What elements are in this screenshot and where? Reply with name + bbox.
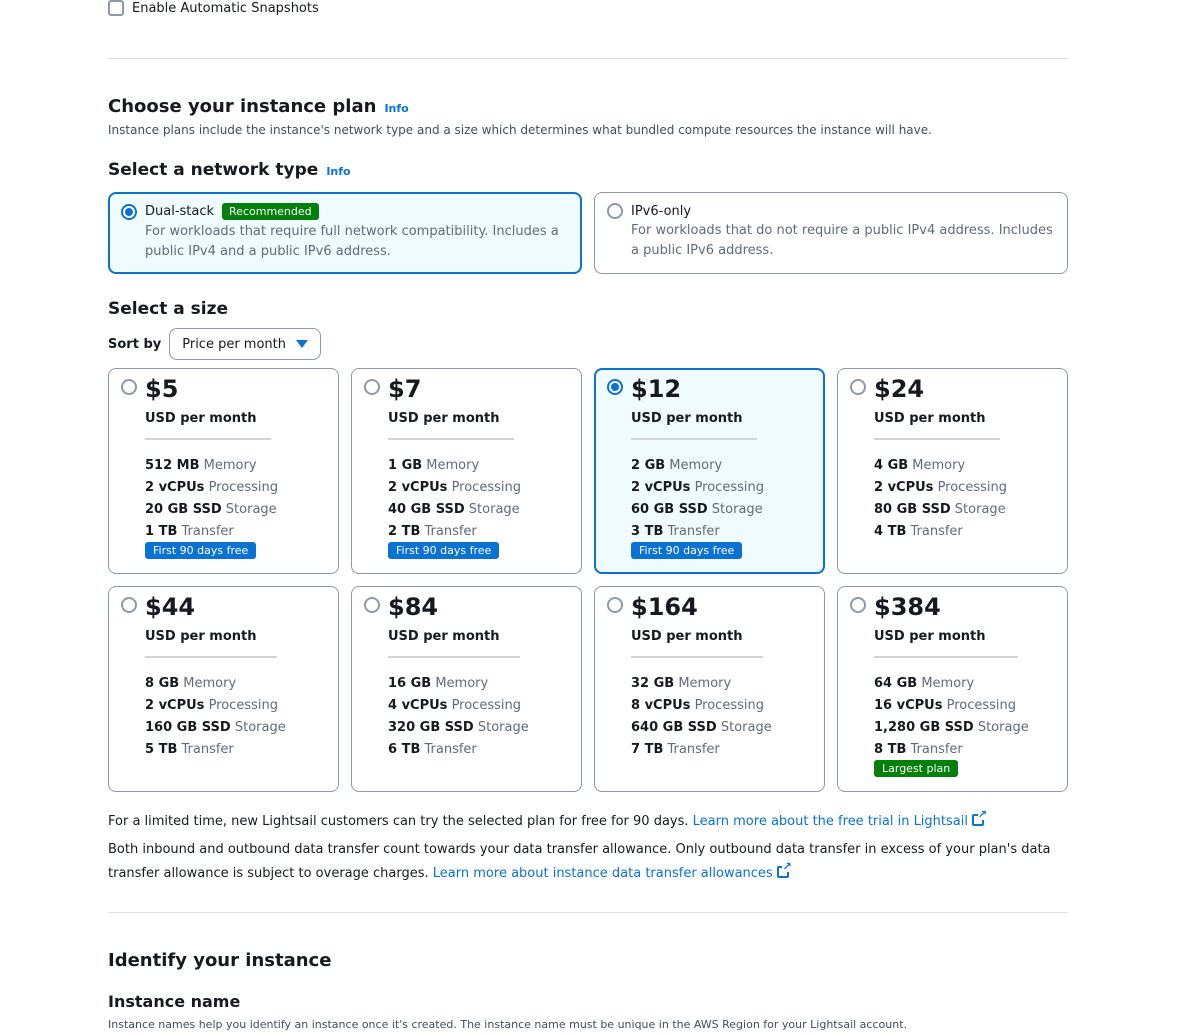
plan-price: $164 [631,593,698,621]
identify-title: Identify your instance [108,950,332,971]
plan-unit: USD per month [631,411,743,426]
network-info-link[interactable]: Info [326,165,350,178]
dual-stack-label: Dual-stack [145,204,215,219]
free-trial-badge: First 90 days free [145,542,257,559]
plan-card-7[interactable]: $7 USD per month 1 GB Memory 2 vCPUs Pro… [351,368,582,574]
plan-divider [874,656,1018,658]
plan-specs: 512 MB Memory 2 vCPUs Processing 20 GB S… [145,458,278,539]
plan-card-164[interactable]: $164 USD per month 32 GB Memory 8 vCPUs … [594,586,825,792]
plan-divider [388,438,514,440]
plan-unit: USD per month [874,629,986,644]
plan-divider [388,656,520,658]
plan-price: $44 [145,593,196,621]
external-link-icon [971,809,987,826]
plan-unit: USD per month [145,411,257,426]
plan-price: $384 [874,593,941,621]
plan-card-384[interactable]: $384 USD per month 64 GB Memory 16 vCPUs… [837,586,1068,792]
plan-specs: 2 GB Memory 2 vCPUs Processing 60 GB SSD… [631,458,764,539]
plan-divider [145,656,277,658]
ipv6-only-label: IPv6-only [631,203,692,219]
plan-price: $7 [388,375,422,403]
plan-unit: USD per month [388,411,500,426]
plan-specs: 4 GB Memory 2 vCPUs Processing 80 GB SSD… [874,458,1007,539]
plan-radio[interactable] [364,597,380,613]
network-title: Select a network type [108,160,319,180]
sort-label: Sort by [108,336,162,352]
plan-card-24[interactable]: $24 USD per month 4 GB Memory 2 vCPUs Pr… [837,368,1068,574]
plan-specs: 64 GB Memory 16 vCPUs Processing 1,280 G… [874,676,1029,757]
instance-name-description: Instance names help you identify an inst… [108,1018,907,1031]
plan-radio[interactable] [121,597,137,613]
plan-divider [631,656,763,658]
plan-price: $84 [388,593,439,621]
plan-radio[interactable] [607,379,623,395]
plan-unit: USD per month [631,629,743,644]
recommended-badge: Recommended [222,203,319,220]
plan-section-description: Instance plans include the instance's ne… [108,123,932,137]
largest-plan-badge: Largest plan [874,760,959,777]
transfer-allowance-link[interactable]: Learn more about instance data transfer … [433,861,792,881]
plan-specs: 1 GB Memory 2 vCPUs Processing 40 GB SSD… [388,458,521,539]
plan-radio[interactable] [364,379,380,395]
plan-price: $5 [145,375,179,403]
section-divider [108,912,1068,913]
plan-divider [874,438,1000,440]
sort-select[interactable]: Price per month [169,328,322,360]
plan-price: $12 [631,375,682,403]
external-link-icon [776,861,792,878]
ipv6-only-description: For workloads that do not require a publ… [631,223,1053,258]
instance-name-title: Instance name [108,992,241,1011]
plan-divider [631,438,757,440]
plan-price: $24 [874,375,925,403]
plan-specs: 16 GB Memory 4 vCPUs Processing 320 GB S… [388,676,529,757]
plan-card-84[interactable]: $84 USD per month 16 GB Memory 4 vCPUs P… [351,586,582,792]
plan-radio[interactable] [850,597,866,613]
network-option-dual-stack[interactable]: Dual-stack Recommended For workloads tha… [108,192,582,274]
plan-section-title-row: Choose your instance plan Info [108,96,409,117]
transfer-note: Both inbound and outbound data transfer … [108,838,1068,886]
plan-radio[interactable] [121,379,137,395]
free-trial-badge: First 90 days free [388,542,500,559]
plan-unit: USD per month [145,629,257,644]
free-trial-link[interactable]: Learn more about the free trial in Light… [693,809,987,829]
sort-select-value: Price per month [182,336,286,352]
plan-card-44[interactable]: $44 USD per month 8 GB Memory 2 vCPUs Pr… [108,586,339,792]
auto-snapshot-checkbox[interactable] [108,0,124,16]
plan-radio[interactable] [850,379,866,395]
plan-specs: 32 GB Memory 8 vCPUs Processing 640 GB S… [631,676,772,757]
auto-snapshot-label: Enable Automatic Snapshots [132,0,319,16]
ipv6-only-radio[interactable] [607,203,623,219]
network-title-row: Select a network type Info [108,160,351,180]
plan-unit: USD per month [874,411,986,426]
free-trial-note: For a limited time, new Lightsail custom… [108,809,1068,834]
sort-row: Sort by Price per month [108,328,322,360]
plan-card-12[interactable]: $12 USD per month 2 GB Memory 2 vCPUs Pr… [594,368,825,574]
plan-specs: 8 GB Memory 2 vCPUs Processing 160 GB SS… [145,676,286,757]
dual-stack-description: For workloads that require full network … [145,224,559,259]
plan-radio[interactable] [607,597,623,613]
plan-unit: USD per month [388,629,500,644]
auto-snapshot-row[interactable]: Enable Automatic Snapshots [108,0,319,16]
dual-stack-radio[interactable] [121,203,137,220]
free-trial-badge: First 90 days free [631,542,743,559]
plan-info-link[interactable]: Info [384,102,408,115]
plan-card-5[interactable]: $5 USD per month 512 MB Memory 2 vCPUs P… [108,368,339,574]
free-trial-text: For a limited time, new Lightsail custom… [108,814,689,829]
section-divider [108,58,1068,59]
size-title: Select a size [108,299,229,319]
plan-divider [145,438,271,440]
plan-section-title: Choose your instance plan [108,96,377,117]
network-option-ipv6-only[interactable]: IPv6-only For workloads that do not requ… [594,192,1068,274]
caret-down-icon [296,340,309,348]
